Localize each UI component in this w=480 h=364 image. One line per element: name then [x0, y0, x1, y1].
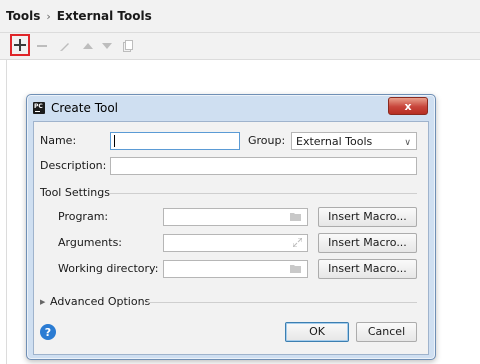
divider — [110, 193, 417, 194]
program-input[interactable] — [163, 208, 308, 226]
move-down-icon — [102, 43, 112, 49]
close-button[interactable]: x — [388, 97, 428, 115]
remove-icon — [37, 45, 47, 47]
breadcrumb: Tools › External Tools — [6, 9, 152, 23]
description-input[interactable] — [110, 157, 417, 175]
toolbar — [0, 33, 480, 60]
add-button[interactable] — [10, 34, 30, 56]
tool-settings-heading: Tool Settings — [40, 186, 110, 199]
working-directory-input[interactable] — [163, 260, 308, 278]
divider — [146, 302, 417, 303]
dialog-title-bar[interactable]: PC Create Tool x — [27, 95, 435, 121]
copy-button[interactable] — [118, 36, 138, 56]
group-value: External Tools — [296, 135, 373, 148]
move-up-button[interactable] — [78, 36, 98, 56]
dialog-body: Name: Group: External Tools ∨ Descriptio… — [33, 121, 429, 355]
program-label: Program: — [58, 210, 109, 223]
group-select[interactable]: External Tools ∨ — [291, 132, 417, 150]
chevron-down-icon: ∨ — [404, 138, 411, 148]
name-input[interactable] — [110, 132, 240, 150]
close-icon: x — [404, 99, 412, 113]
remove-button[interactable] — [32, 36, 52, 56]
move-up-icon — [83, 43, 93, 49]
breadcrumb-bar: Tools › External Tools — [0, 0, 480, 33]
insert-macro-workdir-button[interactable]: Insert Macro... — [318, 259, 417, 279]
edit-button[interactable] — [55, 36, 75, 56]
breadcrumb-root[interactable]: Tools — [6, 9, 40, 23]
move-down-button[interactable] — [97, 36, 117, 56]
dialog-title: Create Tool — [51, 101, 118, 115]
working-directory-label: Working directory: — [58, 262, 159, 275]
folder-icon[interactable] — [290, 212, 302, 222]
cancel-button[interactable]: Cancel — [356, 322, 417, 342]
expand-arrow-icon[interactable]: ▶ — [40, 298, 45, 306]
advanced-options-toggle[interactable]: Advanced Options — [50, 295, 150, 308]
edit-icon — [60, 43, 69, 51]
arguments-label: Arguments: — [58, 236, 123, 249]
breadcrumb-separator: › — [46, 9, 51, 23]
copy-icon — [123, 40, 133, 52]
expand-icon[interactable] — [293, 238, 302, 247]
name-label: Name: — [40, 134, 77, 147]
arguments-input[interactable] — [163, 234, 308, 252]
group-label: Group: — [248, 134, 286, 147]
insert-macro-arguments-button[interactable]: Insert Macro... — [318, 233, 417, 253]
ok-button[interactable]: OK — [285, 322, 349, 342]
help-icon[interactable]: ? — [40, 324, 56, 340]
add-icon — [14, 39, 26, 51]
pycharm-app-icon: PC — [33, 102, 45, 114]
create-tool-dialog: PC Create Tool x Name: Group: External T… — [26, 94, 436, 360]
insert-macro-program-button[interactable]: Insert Macro... — [318, 207, 417, 227]
description-label: Description: — [40, 159, 107, 172]
folder-icon[interactable] — [290, 264, 302, 274]
breadcrumb-current: External Tools — [56, 9, 152, 23]
